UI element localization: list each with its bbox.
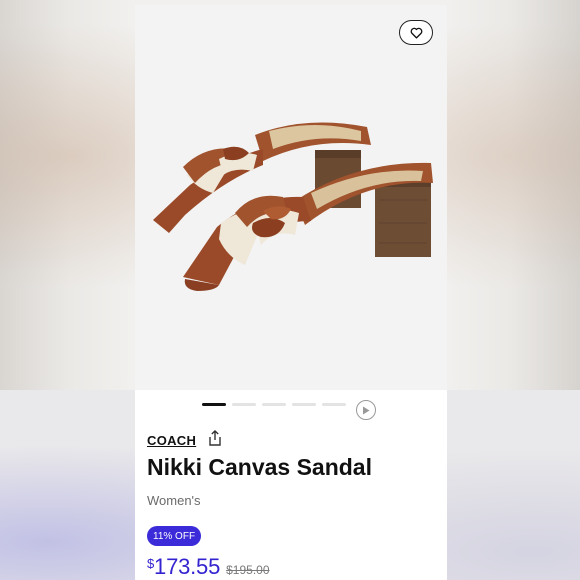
original-price: $195.00 bbox=[226, 563, 270, 577]
price-currency: $ bbox=[147, 556, 155, 571]
gallery-pagination bbox=[202, 403, 346, 406]
pagination-dot[interactable] bbox=[262, 403, 286, 406]
pagination-dot[interactable] bbox=[322, 403, 346, 406]
brand-link[interactable]: COACH bbox=[147, 433, 196, 448]
discount-badge: 11% OFF bbox=[147, 526, 202, 546]
product-title: Nikki Canvas Sandal bbox=[147, 454, 372, 480]
sale-price: $173.55 bbox=[147, 554, 220, 580]
price-row: $173.55 $195.00 bbox=[147, 554, 270, 580]
product-gender: Women's bbox=[147, 493, 201, 508]
share-button[interactable] bbox=[208, 430, 222, 451]
brand-row: COACH bbox=[147, 430, 222, 451]
pagination-dot[interactable] bbox=[232, 403, 256, 406]
pagination-dot[interactable] bbox=[202, 403, 226, 406]
favorite-button[interactable] bbox=[399, 20, 433, 45]
share-icon bbox=[209, 430, 221, 446]
product-screen: COACH Nikki Canvas Sandal Women's 11% OF… bbox=[135, 5, 447, 580]
pagination-dot[interactable] bbox=[292, 403, 316, 406]
play-video-button[interactable] bbox=[356, 400, 376, 420]
product-gallery[interactable] bbox=[135, 5, 447, 420]
product-image bbox=[153, 122, 433, 291]
price-value: 173.55 bbox=[154, 554, 221, 579]
play-icon bbox=[363, 406, 370, 414]
heart-icon bbox=[410, 27, 422, 39]
